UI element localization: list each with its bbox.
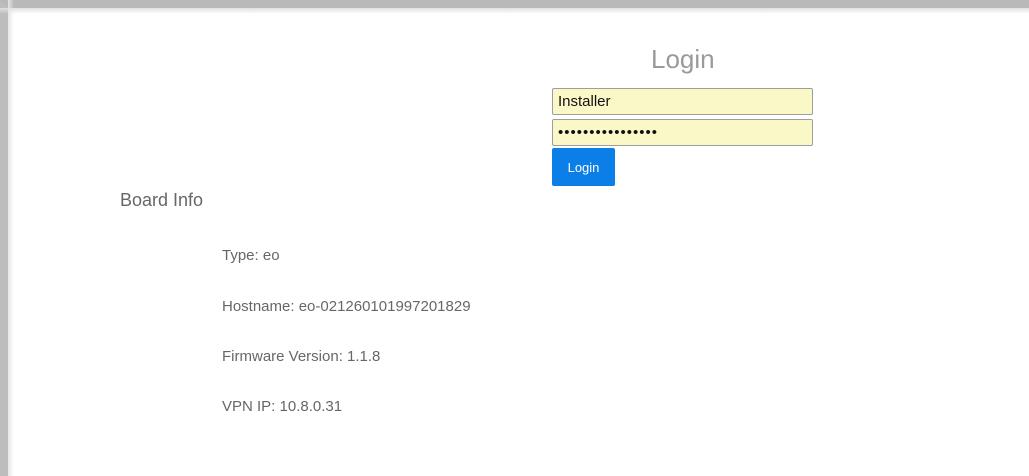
board-info-title: Board Info — [120, 190, 204, 210]
board-info-vpn-ip: VPN IP: 10.8.0.31 — [222, 398, 343, 415]
board-info-hostname: Hostname: eo-021260101997201829 — [222, 298, 471, 315]
frame-shadow-left — [8, 0, 14, 476]
frame-shadow-top — [0, 8, 1029, 14]
page-frame — [0, 0, 1029, 476]
username-field[interactable] — [552, 88, 813, 115]
board-info-firmware-version: Firmware Version: 1.1.8 — [222, 348, 381, 365]
login-button[interactable]: Login — [552, 148, 615, 186]
login-title: Login — [651, 44, 715, 74]
board-info-type: Type: eo — [222, 247, 280, 264]
password-field[interactable] — [552, 119, 813, 146]
